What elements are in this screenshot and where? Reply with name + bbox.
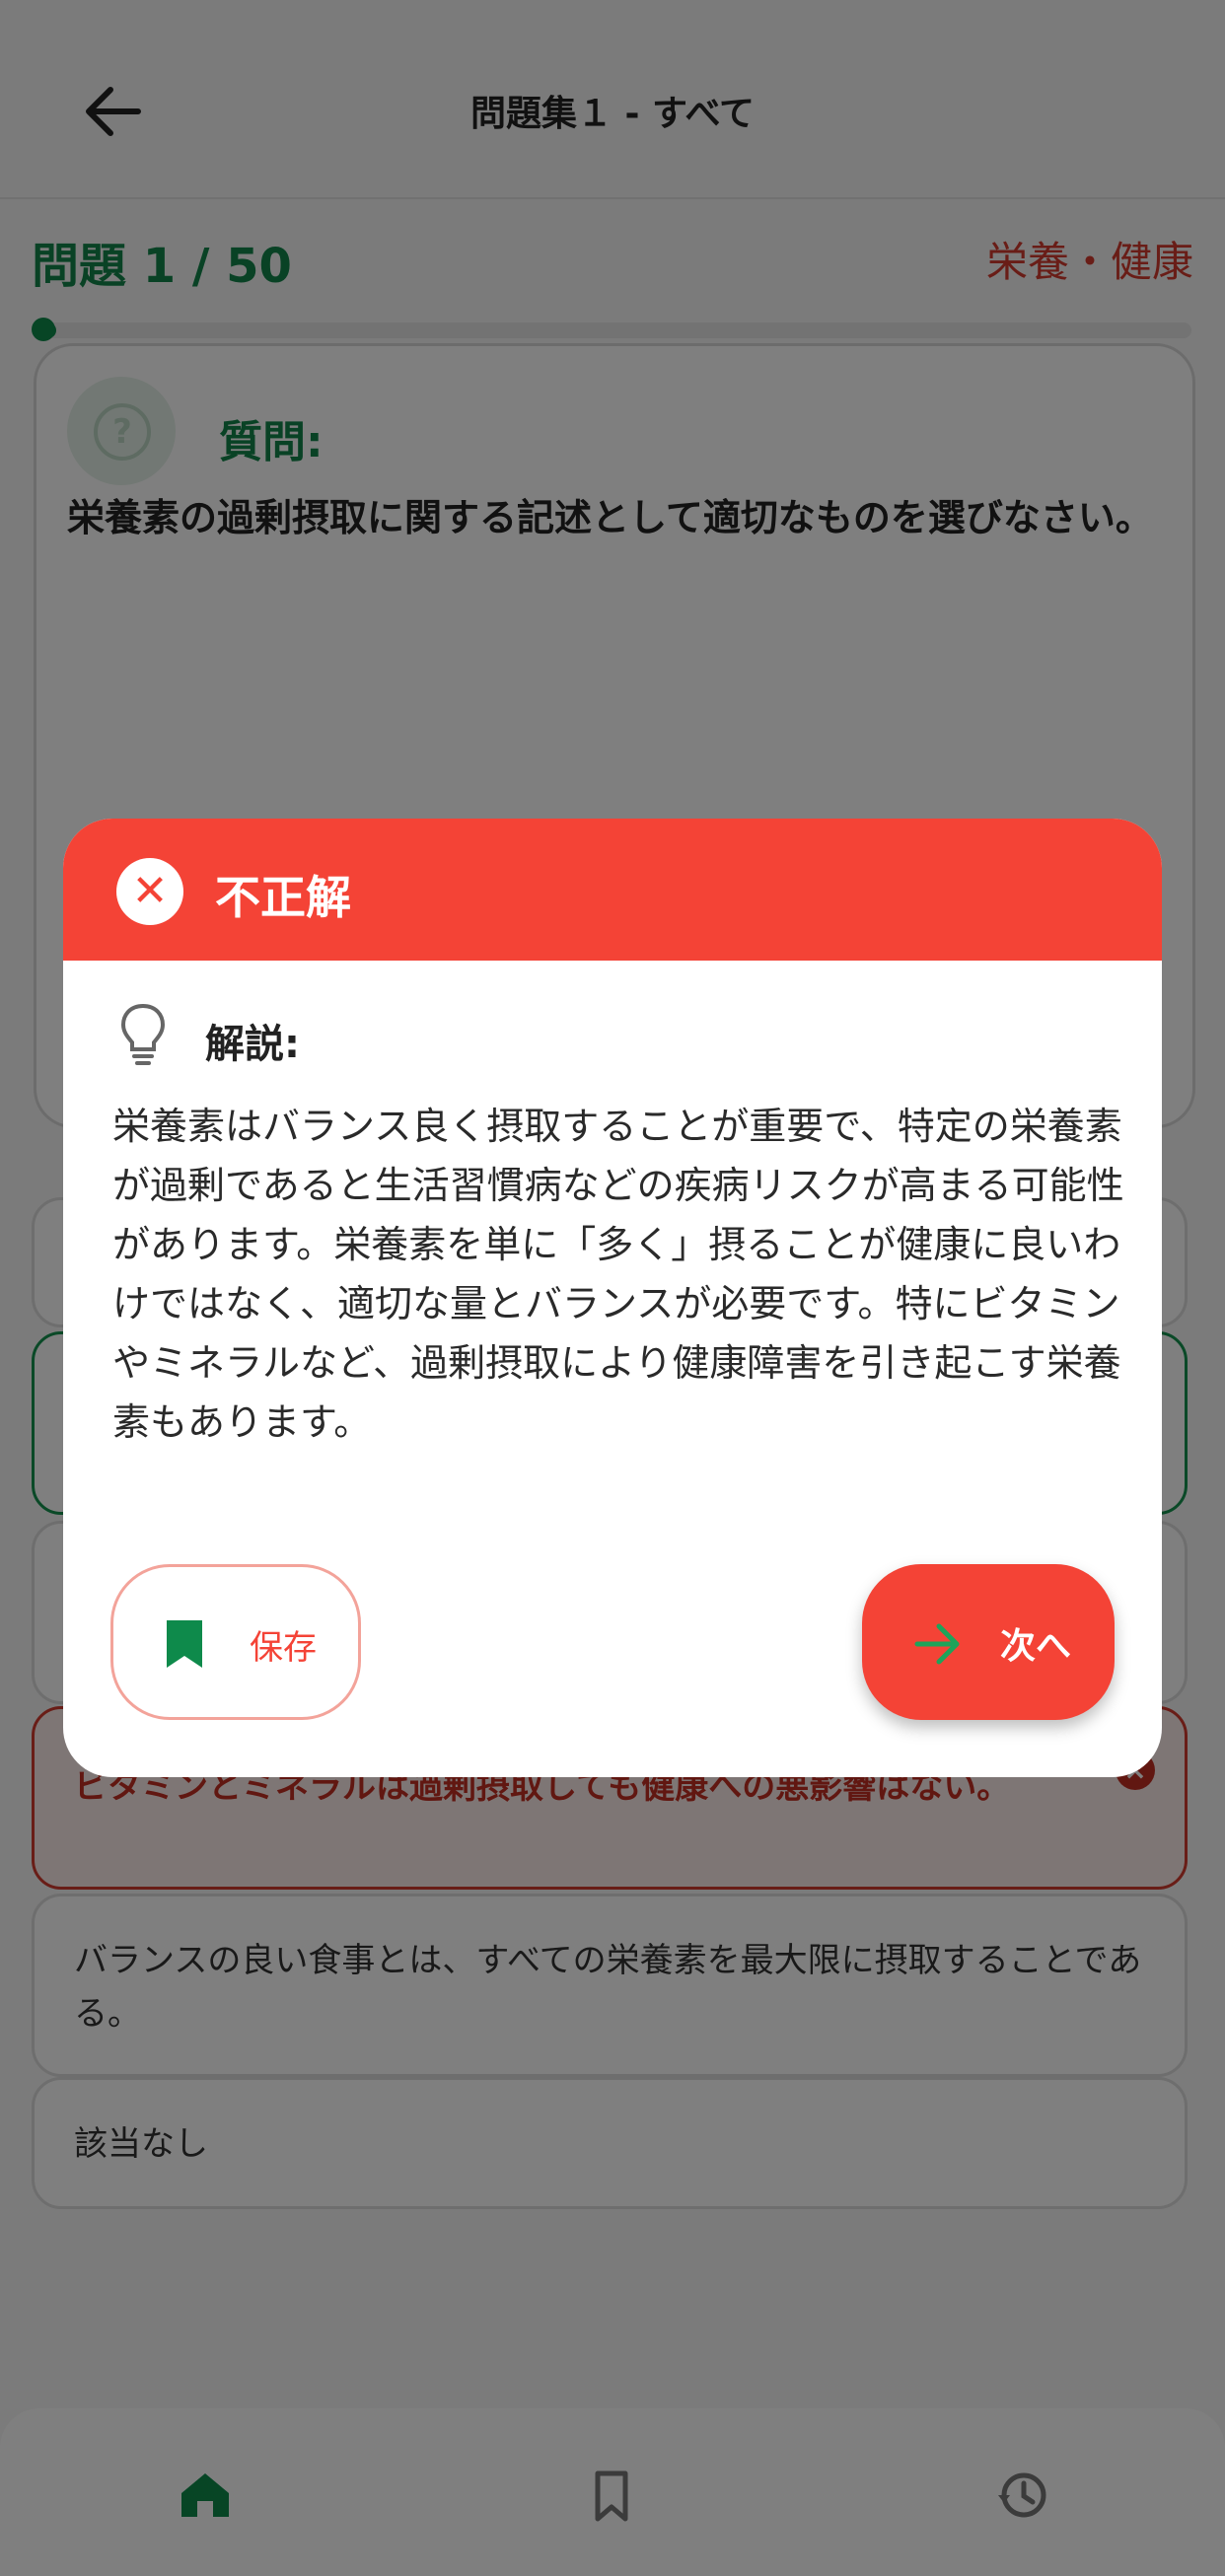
result-dialog-header: ✕ 不正解 (63, 819, 1162, 961)
next-button[interactable]: 次へ (862, 1564, 1115, 1720)
save-button-label: 保存 (250, 1628, 317, 1668)
next-button-label: 次へ (1000, 1626, 1072, 1667)
incorrect-icon: ✕ (116, 858, 183, 925)
save-button[interactable]: 保存 (110, 1564, 361, 1720)
bookmark-filled-icon (167, 1620, 202, 1668)
result-dialog: ✕ 不正解 解説: 栄養素はバランス良く摂取することが重要で、特定の栄養素が過剰… (63, 819, 1162, 1777)
arrow-right-icon (914, 1623, 960, 1665)
explanation-text: 栄養素はバランス良く摂取することが重要で、特定の栄養素が過剰であると生活習慣病な… (112, 1105, 1124, 1444)
result-title: 不正解 (215, 871, 351, 924)
explanation-label: 解説: (205, 1022, 300, 1067)
lightbulb-icon (120, 1003, 166, 1065)
